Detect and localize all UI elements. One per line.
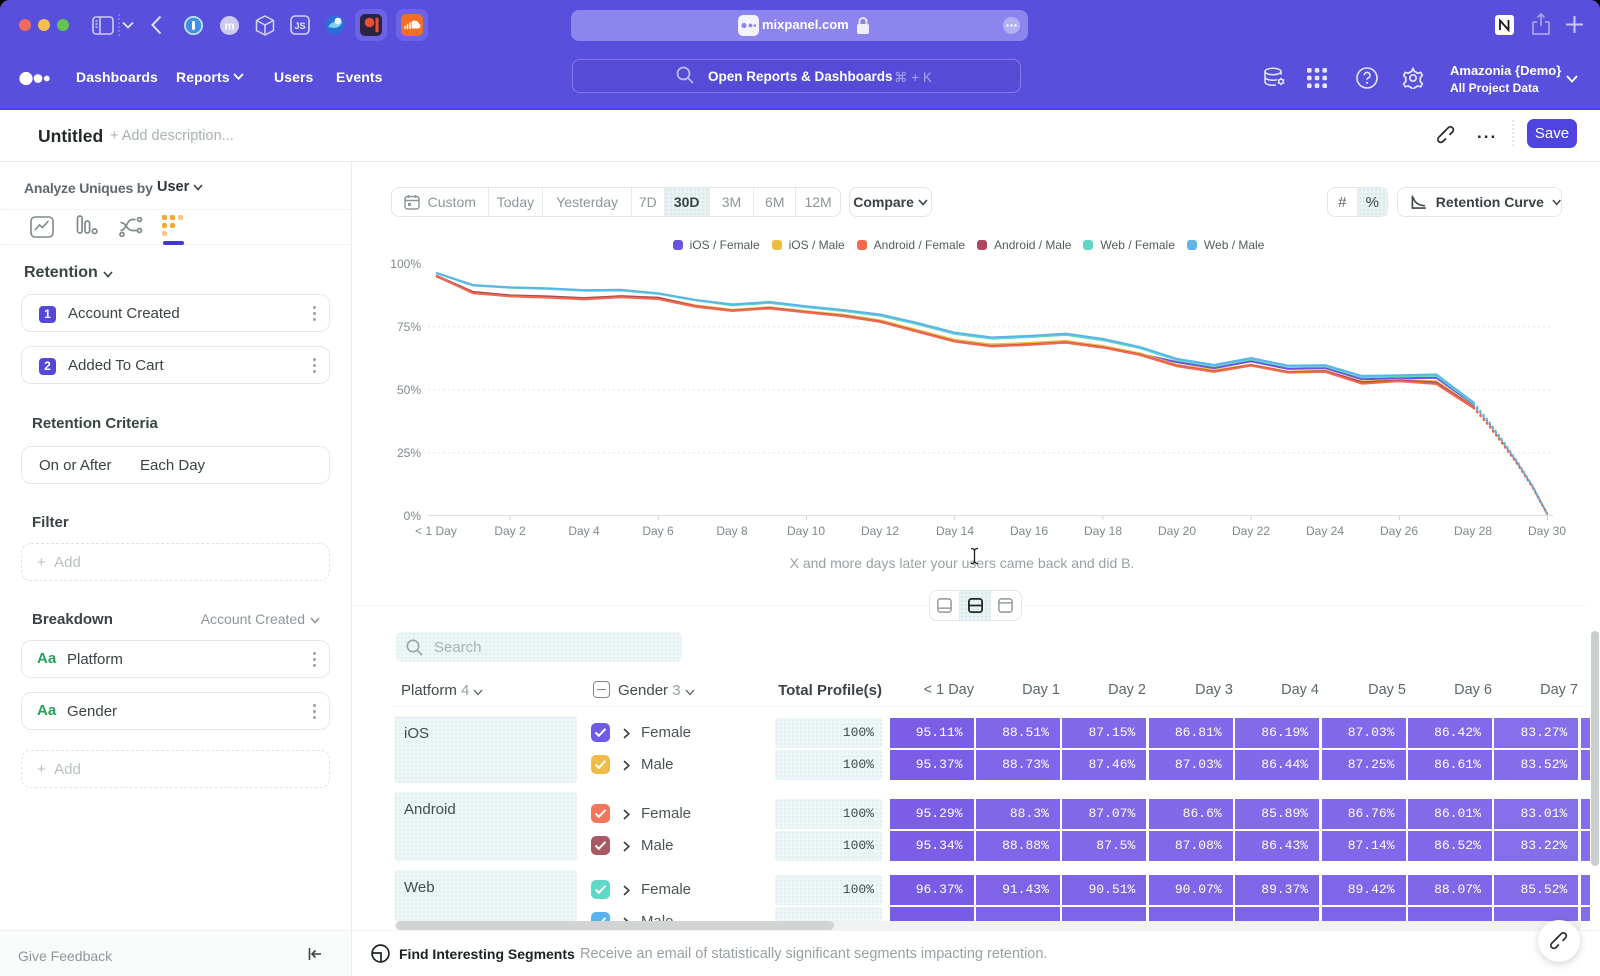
svg-text:75%: 75% xyxy=(397,320,421,334)
svg-text:m: m xyxy=(225,21,235,33)
svg-text:50%: 50% xyxy=(397,383,421,397)
svg-text:JS: JS xyxy=(294,21,305,31)
svg-text:Day 30: Day 30 xyxy=(1528,524,1566,538)
svg-text:Day 26: Day 26 xyxy=(1380,524,1418,538)
svg-text:Day 20: Day 20 xyxy=(1158,524,1196,538)
svg-text:Day 14: Day 14 xyxy=(936,524,974,538)
svg-text:Day 28: Day 28 xyxy=(1454,524,1492,538)
svg-text:< 1 Day: < 1 Day xyxy=(415,524,457,538)
svg-text:25%: 25% xyxy=(397,446,421,460)
svg-text:0%: 0% xyxy=(404,509,422,523)
svg-text:Day 12: Day 12 xyxy=(861,524,899,538)
svg-text:Day 4: Day 4 xyxy=(568,524,600,538)
svg-text:100%: 100% xyxy=(390,257,421,271)
svg-text:Day 18: Day 18 xyxy=(1084,524,1122,538)
svg-text:Day 24: Day 24 xyxy=(1306,524,1344,538)
svg-text:Day 6: Day 6 xyxy=(642,524,674,538)
svg-text:Day 8: Day 8 xyxy=(716,524,748,538)
svg-text:Day 10: Day 10 xyxy=(787,524,825,538)
svg-text:Day 16: Day 16 xyxy=(1010,524,1048,538)
svg-text:Day 22: Day 22 xyxy=(1232,524,1270,538)
svg-text:Day 2: Day 2 xyxy=(494,524,526,538)
